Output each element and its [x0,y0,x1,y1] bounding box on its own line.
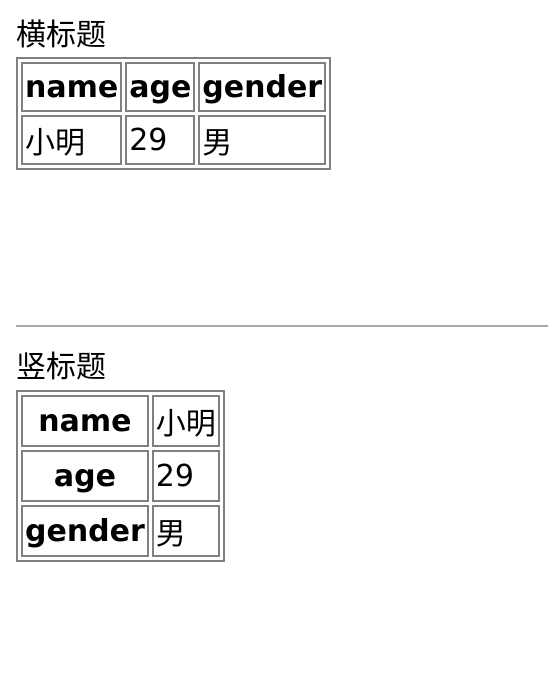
horizontal-header-table: name age gender 小明 29 男 [16,57,332,170]
cell-gender-value: 男 [151,505,220,557]
horizontal-table-title: 横标题 [16,18,106,53]
header-cell-age: age [125,62,196,112]
cell-name-value: 小明 [151,395,220,447]
vertical-header-table: name 小明 age 29 gender 男 [16,390,225,562]
table-row: name 小明 [21,395,220,447]
header-cell-age: age [21,450,149,502]
cell-name-value: 小明 [21,115,123,165]
vertical-table-title: 竖标题 [16,350,106,385]
cell-age-value: 29 [125,115,196,165]
table-row: 小明 29 男 [21,115,327,165]
table-row: age 29 [21,450,220,502]
cell-gender-value: 男 [198,115,327,165]
header-cell-gender: gender [21,505,149,557]
cell-age-value: 29 [151,450,220,502]
header-cell-name: name [21,395,149,447]
header-cell-gender: gender [198,62,327,112]
horizontal-rule [16,325,548,327]
table-row: gender 男 [21,505,220,557]
header-cell-name: name [21,62,123,112]
table-header-row: name age gender [21,62,327,112]
